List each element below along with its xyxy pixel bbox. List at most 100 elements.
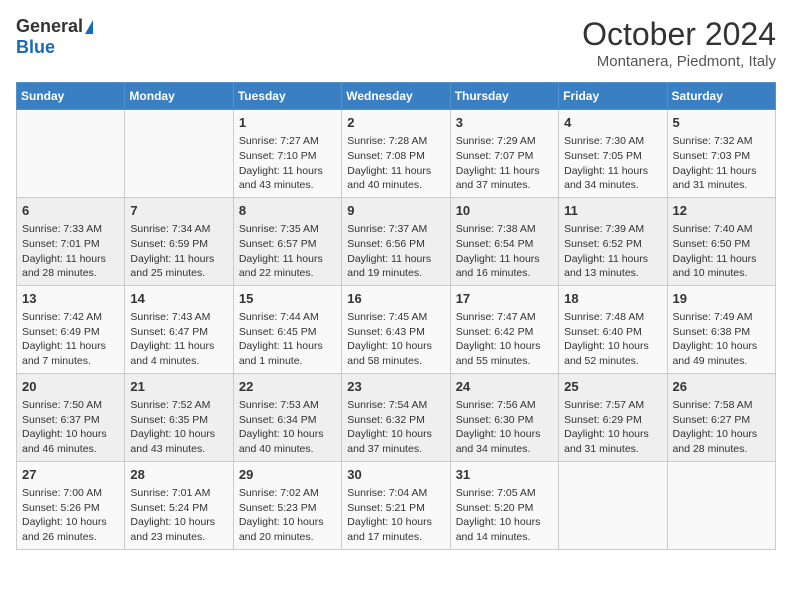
calendar-week-row: 6 Sunrise: 7:33 AMSunset: 7:01 PMDaylight… <box>17 197 776 285</box>
cell-content: Sunrise: 7:27 AMSunset: 7:10 PMDaylight:… <box>239 134 336 193</box>
cell-content: Sunrise: 7:45 AMSunset: 6:43 PMDaylight:… <box>347 310 444 369</box>
calendar-week-row: 13Sunrise: 7:42 AMSunset: 6:49 PMDayligh… <box>17 285 776 373</box>
day-number: 8 <box>239 202 336 220</box>
day-number: 3 <box>456 114 553 132</box>
column-header-tuesday: Tuesday <box>233 83 341 110</box>
calendar-cell: 13Sunrise: 7:42 AMSunset: 6:49 PMDayligh… <box>17 285 125 373</box>
cell-content: Sunrise: 7:34 AMSunset: 6:59 PMDaylight:… <box>130 222 227 281</box>
cell-content: Sunrise: 7:48 AMSunset: 6:40 PMDaylight:… <box>564 310 661 369</box>
calendar-cell: 15Sunrise: 7:44 AMSunset: 6:45 PMDayligh… <box>233 285 341 373</box>
calendar-cell <box>559 461 667 549</box>
logo-blue-text: Blue <box>16 37 55 58</box>
day-number: 22 <box>239 378 336 396</box>
calendar-cell: 10Sunrise: 7:38 AMSunset: 6:54 PMDayligh… <box>450 197 558 285</box>
day-number: 23 <box>347 378 444 396</box>
day-number: 20 <box>22 378 119 396</box>
day-number: 10 <box>456 202 553 220</box>
cell-content: Sunrise: 7:28 AMSunset: 7:08 PMDaylight:… <box>347 134 444 193</box>
calendar-cell: 23 Sunrise: 7:54 AMSunset: 6:32 PMDayligh… <box>342 373 450 461</box>
calendar-cell: 18 Sunrise: 7:48 AMSunset: 6:40 PMDayligh… <box>559 285 667 373</box>
calendar-cell: 17 Sunrise: 7:47 AMSunset: 6:42 PMDayligh… <box>450 285 558 373</box>
day-number: 17 <box>456 290 553 308</box>
logo-triangle-icon <box>85 20 93 34</box>
calendar-cell: 25Sunrise: 7:57 AMSunset: 6:29 PMDayligh… <box>559 373 667 461</box>
page-header: General Blue October 2024 Montanera, Pie… <box>16 16 776 70</box>
cell-content: Sunrise: 7:42 AMSunset: 6:49 PMDaylight:… <box>22 310 119 369</box>
calendar-cell: 9 Sunrise: 7:37 AMSunset: 6:56 PMDaylight… <box>342 197 450 285</box>
cell-content: Sunrise: 7:43 AMSunset: 6:47 PMDaylight:… <box>130 310 227 369</box>
day-number: 1 <box>239 114 336 132</box>
day-number: 19 <box>673 290 770 308</box>
calendar-cell: 27Sunrise: 7:00 AMSunset: 5:26 PMDayligh… <box>17 461 125 549</box>
calendar-cell: 30 Sunrise: 7:04 AMSunset: 5:21 PMDayligh… <box>342 461 450 549</box>
cell-content: Sunrise: 7:54 AMSunset: 6:32 PMDaylight:… <box>347 398 444 457</box>
column-header-sunday: Sunday <box>17 83 125 110</box>
title-area: October 2024 Montanera, Piedmont, Italy <box>582 16 776 70</box>
calendar-table: SundayMondayTuesdayWednesdayThursdayFrid… <box>16 82 776 550</box>
column-header-friday: Friday <box>559 83 667 110</box>
calendar-cell: 21 Sunrise: 7:52 AMSunset: 6:35 PMDayligh… <box>125 373 233 461</box>
day-number: 21 <box>130 378 227 396</box>
cell-content: Sunrise: 7:32 AMSunset: 7:03 PMDaylight:… <box>673 134 770 193</box>
column-header-wednesday: Wednesday <box>342 83 450 110</box>
calendar-week-row: 1 Sunrise: 7:27 AMSunset: 7:10 PMDaylight… <box>17 110 776 198</box>
cell-content: Sunrise: 7:35 AMSunset: 6:57 PMDaylight:… <box>239 222 336 281</box>
calendar-cell: 8 Sunrise: 7:35 AMSunset: 6:57 PMDaylight… <box>233 197 341 285</box>
logo-general-text: General <box>16 16 83 37</box>
day-number: 6 <box>22 202 119 220</box>
calendar-cell: 4 Sunrise: 7:30 AMSunset: 7:05 PMDaylight… <box>559 110 667 198</box>
calendar-cell: 31 Sunrise: 7:05 AMSunset: 5:20 PMDayligh… <box>450 461 558 549</box>
calendar-week-row: 20 Sunrise: 7:50 AMSunset: 6:37 PMDayligh… <box>17 373 776 461</box>
cell-content: Sunrise: 7:05 AMSunset: 5:20 PMDaylight:… <box>456 486 553 545</box>
location-subtitle: Montanera, Piedmont, Italy <box>582 53 776 70</box>
cell-content: Sunrise: 7:00 AMSunset: 5:26 PMDaylight:… <box>22 486 119 545</box>
calendar-cell: 16Sunrise: 7:45 AMSunset: 6:43 PMDayligh… <box>342 285 450 373</box>
calendar-cell: 24 Sunrise: 7:56 AMSunset: 6:30 PMDayligh… <box>450 373 558 461</box>
calendar-cell <box>125 110 233 198</box>
cell-content: Sunrise: 7:53 AMSunset: 6:34 PMDaylight:… <box>239 398 336 457</box>
day-number: 14 <box>130 290 227 308</box>
cell-content: Sunrise: 7:40 AMSunset: 6:50 PMDaylight:… <box>673 222 770 281</box>
calendar-cell <box>17 110 125 198</box>
calendar-header-row: SundayMondayTuesdayWednesdayThursdayFrid… <box>17 83 776 110</box>
cell-content: Sunrise: 7:49 AMSunset: 6:38 PMDaylight:… <box>673 310 770 369</box>
cell-content: Sunrise: 7:39 AMSunset: 6:52 PMDaylight:… <box>564 222 661 281</box>
day-number: 28 <box>130 466 227 484</box>
day-number: 30 <box>347 466 444 484</box>
cell-content: Sunrise: 7:04 AMSunset: 5:21 PMDaylight:… <box>347 486 444 545</box>
day-number: 9 <box>347 202 444 220</box>
day-number: 24 <box>456 378 553 396</box>
day-number: 7 <box>130 202 227 220</box>
calendar-cell: 29 Sunrise: 7:02 AMSunset: 5:23 PMDayligh… <box>233 461 341 549</box>
calendar-cell: 1 Sunrise: 7:27 AMSunset: 7:10 PMDaylight… <box>233 110 341 198</box>
calendar-cell: 26 Sunrise: 7:58 AMSunset: 6:27 PMDayligh… <box>667 373 775 461</box>
cell-content: Sunrise: 7:33 AMSunset: 7:01 PMDaylight:… <box>22 222 119 281</box>
calendar-cell: 2Sunrise: 7:28 AMSunset: 7:08 PMDaylight… <box>342 110 450 198</box>
column-header-saturday: Saturday <box>667 83 775 110</box>
day-number: 12 <box>673 202 770 220</box>
day-number: 18 <box>564 290 661 308</box>
cell-content: Sunrise: 7:58 AMSunset: 6:27 PMDaylight:… <box>673 398 770 457</box>
calendar-cell: 12 Sunrise: 7:40 AMSunset: 6:50 PMDayligh… <box>667 197 775 285</box>
cell-content: Sunrise: 7:56 AMSunset: 6:30 PMDaylight:… <box>456 398 553 457</box>
day-number: 4 <box>564 114 661 132</box>
cell-content: Sunrise: 7:30 AMSunset: 7:05 PMDaylight:… <box>564 134 661 193</box>
cell-content: Sunrise: 7:47 AMSunset: 6:42 PMDaylight:… <box>456 310 553 369</box>
cell-content: Sunrise: 7:52 AMSunset: 6:35 PMDaylight:… <box>130 398 227 457</box>
calendar-cell: 20 Sunrise: 7:50 AMSunset: 6:37 PMDayligh… <box>17 373 125 461</box>
day-number: 15 <box>239 290 336 308</box>
day-number: 26 <box>673 378 770 396</box>
column-header-thursday: Thursday <box>450 83 558 110</box>
cell-content: Sunrise: 7:02 AMSunset: 5:23 PMDaylight:… <box>239 486 336 545</box>
calendar-cell: 3 Sunrise: 7:29 AMSunset: 7:07 PMDaylight… <box>450 110 558 198</box>
cell-content: Sunrise: 7:37 AMSunset: 6:56 PMDaylight:… <box>347 222 444 281</box>
calendar-cell: 22 Sunrise: 7:53 AMSunset: 6:34 PMDayligh… <box>233 373 341 461</box>
day-number: 29 <box>239 466 336 484</box>
calendar-cell <box>667 461 775 549</box>
month-title: October 2024 <box>582 16 776 53</box>
cell-content: Sunrise: 7:50 AMSunset: 6:37 PMDaylight:… <box>22 398 119 457</box>
day-number: 31 <box>456 466 553 484</box>
day-number: 25 <box>564 378 661 396</box>
column-header-monday: Monday <box>125 83 233 110</box>
cell-content: Sunrise: 7:29 AMSunset: 7:07 PMDaylight:… <box>456 134 553 193</box>
